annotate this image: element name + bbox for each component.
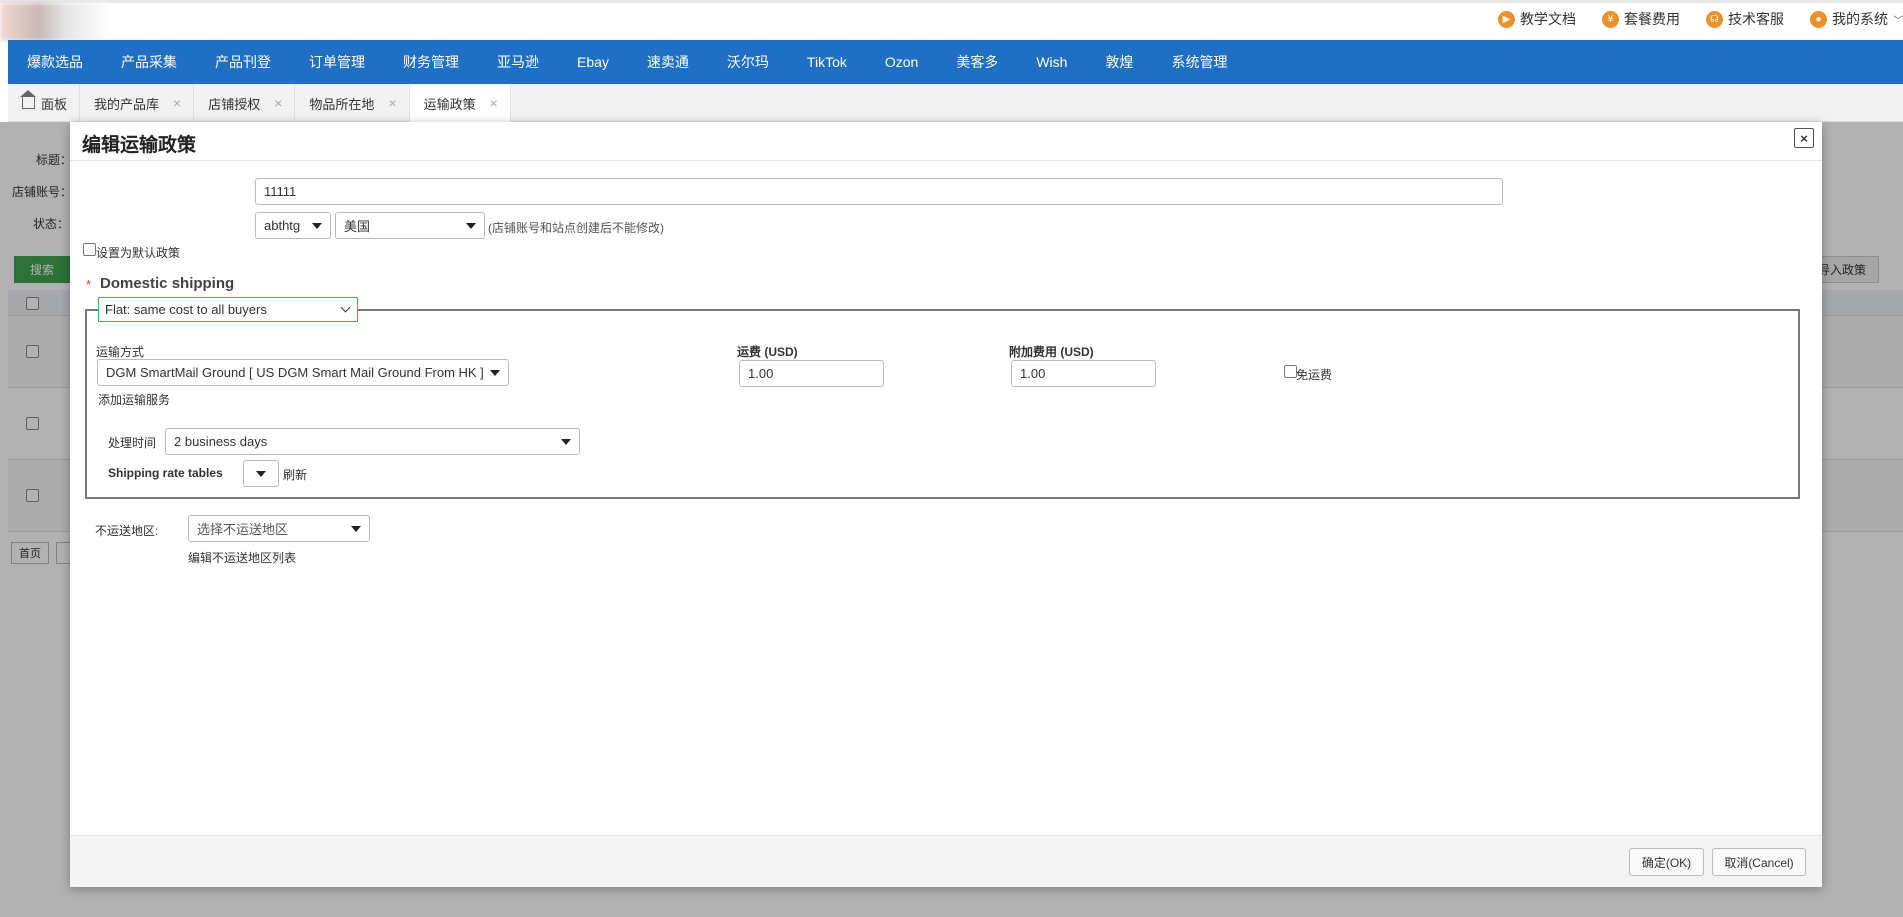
store-select-value: abthtg [264,218,301,233]
tab-bar: 面板 我的产品库 × 店铺授权 × 物品所在地 × 运输政策 × [8,84,1903,122]
top-link-docs[interactable]: ▶ 教学文档 [1498,9,1576,29]
title-input[interactable]: 11111 [255,178,1503,205]
dialog-title: 编辑运输政策 [82,135,197,156]
caret-down-icon [466,222,476,229]
exclude-region-label: 不运送地区: [95,524,159,538]
default-policy-label: 设置为默认政策 [96,246,181,260]
site-select-value: 美国 [344,219,371,234]
main-nav: 爆款选品 产品采集 产品刊登 订单管理 财务管理 亚马逊 Ebay 速卖通 沃尔… [8,40,1903,84]
close-icon[interactable]: × [173,95,181,111]
free-shipping-label: 免运费 [1296,368,1333,382]
edit-shipping-policy-dialog: 编辑运输政策 × 标题: 11111 店铺账号: abthtg 美国 (店铺账号… [70,122,1822,887]
ship-method-value: DGM SmartMail Ground [ US DGM Smart Mail… [106,365,484,380]
close-icon[interactable]: × [388,95,396,111]
tab-shipping-policy[interactable]: 运输政策 × [409,84,511,122]
domestic-type-select[interactable]: Flat: same cost to all buyers [98,297,358,322]
tab-item-location[interactable]: 物品所在地 × [295,84,410,122]
nav-item[interactable]: 敦煌 [1086,40,1152,84]
site-select[interactable]: 美国 [335,212,485,239]
nav-item[interactable]: 系统管理 [1152,40,1246,84]
dialog-footer: 确定(OK) 取消(Cancel) [70,835,1822,887]
tab-my-products[interactable]: 我的产品库 × [80,84,195,122]
required-asterisk: * [86,277,92,292]
caret-down-icon [351,525,361,532]
top-links: ▶ 教学文档 ¥ 套餐费用 ☊ 技术客服 ● 我的系统 ﹀ [1498,9,1903,29]
store-note: (店铺账号和站点创建后不能修改) [488,221,664,235]
top-link-pricing[interactable]: ¥ 套餐费用 [1602,9,1680,29]
nav-item[interactable]: 沃尔玛 [708,40,788,84]
divider [70,160,1822,161]
domestic-type-value: Flat: same cost to all buyers [105,302,267,317]
top-bar: ▶ 教学文档 ¥ 套餐费用 ☊ 技术客服 ● 我的系统 ﹀ [0,0,1903,41]
store-select[interactable]: abthtg [255,212,331,239]
tab-label: 面板 [41,96,68,112]
default-policy-checkbox[interactable] [83,243,96,256]
domestic-shipping-title: Domestic shipping [100,275,235,292]
exclude-region-select[interactable]: 选择不运送地区 [188,515,370,542]
domestic-shipping-group [85,309,1800,499]
cost-input[interactable]: 1.00 [739,360,884,387]
tab-label: 物品所在地 [309,96,375,112]
tab-store-auth[interactable]: 店铺授权 × [194,84,296,122]
exclude-region-placeholder: 选择不运送地区 [197,522,289,537]
rate-tables-select[interactable] [243,460,279,487]
close-button[interactable]: × [1794,128,1814,148]
top-link-my-system[interactable]: ● 我的系统 ﹀ [1810,9,1903,29]
caret-down-icon [256,470,266,477]
user-icon: ● [1810,10,1827,28]
tab-label: 店铺授权 [208,96,261,112]
nav-item[interactable]: 美客多 [937,40,1017,84]
top-link-support[interactable]: ☊ 技术客服 [1706,9,1784,29]
caret-down-icon [312,222,322,229]
close-icon[interactable]: × [274,95,282,111]
headset-icon: ☊ [1706,10,1723,28]
top-link-label: 套餐费用 [1624,11,1680,27]
top-link-label: 我的系统 [1832,11,1888,27]
nav-item[interactable]: Ozon [866,40,937,84]
nav-item[interactable]: 订单管理 [290,40,384,84]
tab-label: 运输政策 [423,96,476,112]
tab-label: 我的产品库 [94,96,160,112]
chevron-down-icon: ﹀ [1893,15,1903,27]
handling-time-select[interactable]: 2 business days [165,428,580,455]
top-link-label: 教学文档 [1520,11,1576,27]
top-link-label: 技术客服 [1728,11,1784,27]
logo [0,3,110,41]
edit-exclude-list-link[interactable]: 编辑不运送地区列表 [188,549,296,566]
home-icon [20,90,36,109]
ship-method-label: 运输方式 [96,345,145,359]
nav-item[interactable]: TikTok [788,40,866,84]
nav-item[interactable]: 财务管理 [384,40,478,84]
nav-item[interactable]: 速卖通 [628,40,708,84]
caret-down-icon [490,369,500,376]
ship-method-select[interactable]: DGM SmartMail Ground [ US DGM Smart Mail… [97,359,509,386]
play-icon: ▶ [1498,10,1515,28]
extra-cost-input[interactable]: 1.00 [1011,360,1156,387]
cancel-button[interactable]: 取消(Cancel) [1712,848,1806,876]
nav-item[interactable]: Wish [1017,40,1086,84]
close-icon[interactable]: × [490,95,498,111]
cost-label: 运费 (USD) [737,345,798,359]
handling-time-label: 处理时间 [108,436,157,450]
nav-item[interactable]: 产品采集 [102,40,196,84]
caret-down-icon [561,438,571,445]
nav-item[interactable]: 产品刊登 [196,40,290,84]
nav-item[interactable]: 爆款选品 [8,40,102,84]
ok-button[interactable]: 确定(OK) [1629,848,1704,876]
add-shipping-service-link[interactable]: 添加运输服务 [98,391,170,408]
rate-tables-label: Shipping rate tables [108,466,223,480]
refresh-link[interactable]: 刷新 [283,466,307,483]
handling-time-value: 2 business days [174,434,268,449]
nav-item[interactable]: 亚马逊 [478,40,558,84]
nav-item[interactable]: Ebay [558,40,628,84]
extra-cost-label: 附加费用 (USD) [1009,345,1094,359]
tab-dashboard[interactable]: 面板 [8,84,81,122]
chevron-down-icon [340,302,351,313]
yen-icon: ¥ [1602,10,1619,28]
